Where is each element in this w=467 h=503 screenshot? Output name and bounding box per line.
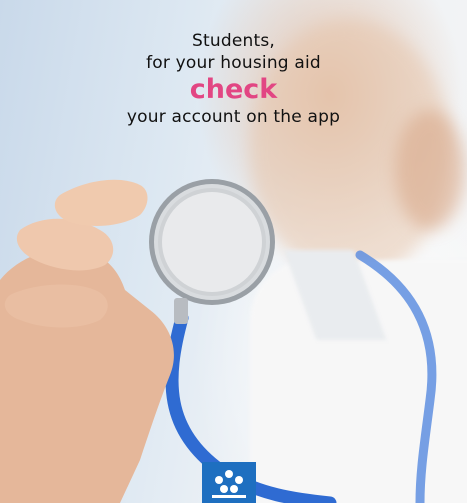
ad-banner: Students, for your housing aid check you… [0, 0, 467, 503]
stethoscope-chestpiece [149, 179, 275, 305]
headline-line-1: Students, [192, 31, 275, 51]
headline-highlight: check [189, 74, 278, 105]
stethoscope-stem [174, 298, 188, 324]
headline: Students, for your housing aid check you… [0, 30, 467, 128]
headline-line-2: for your housing aid [146, 53, 321, 73]
caf-logo-icon [202, 462, 256, 503]
headline-line-3: your account on the app [126, 107, 341, 127]
